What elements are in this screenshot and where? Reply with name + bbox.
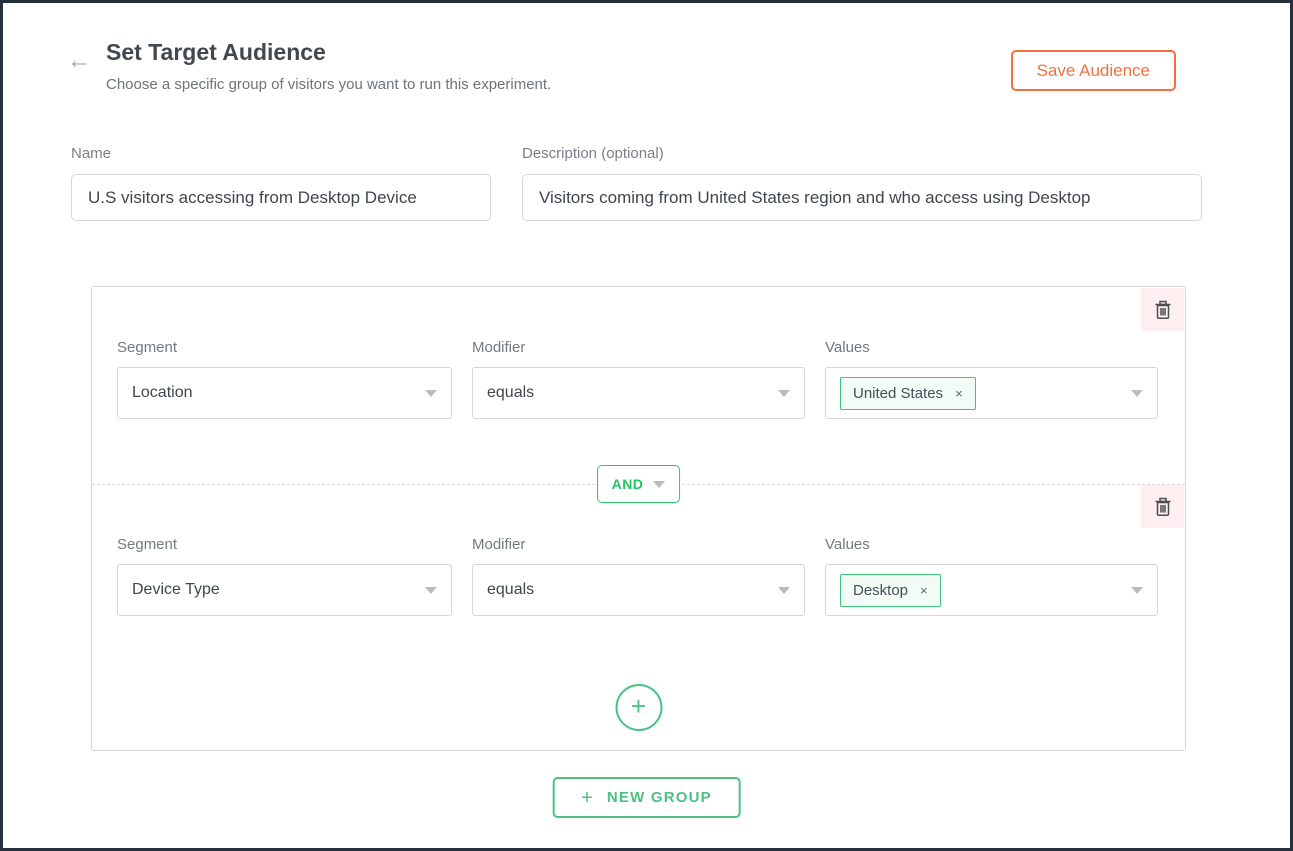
values-dropdown-2[interactable]: Desktop ×	[825, 564, 1158, 616]
modifier-value-1: equals	[487, 384, 535, 401]
audience-condition-group: Segment Location Modifier equals Values …	[91, 286, 1186, 751]
values-label-1: Values	[825, 339, 870, 356]
value-tag-text: United States	[853, 384, 944, 402]
value-tag-desktop: Desktop ×	[840, 573, 941, 607]
chevron-down-icon	[425, 587, 437, 594]
name-input[interactable]	[71, 174, 491, 221]
add-condition-button[interactable]: +	[615, 684, 662, 731]
save-audience-button[interactable]: Save Audience	[1010, 50, 1176, 91]
modifier-label-2: Modifier	[472, 536, 526, 553]
set-target-audience-page: ← Set Target Audience Choose a specific …	[0, 0, 1293, 851]
chevron-down-icon	[778, 587, 790, 594]
segment-value-2: Device Type	[132, 581, 220, 598]
chevron-down-icon	[778, 390, 790, 397]
new-group-label: NEW GROUP	[606, 789, 712, 806]
values-label-2: Values	[825, 536, 870, 553]
delete-condition-1-button[interactable]	[1141, 288, 1184, 331]
remove-tag-icon[interactable]: ×	[920, 584, 928, 597]
plus-icon: +	[581, 786, 593, 809]
modifier-dropdown-2[interactable]: equals	[472, 564, 805, 616]
value-tag-united-states: United States ×	[840, 376, 976, 410]
chevron-down-icon	[1131, 587, 1143, 594]
chevron-down-icon	[653, 480, 666, 488]
chevron-down-icon	[1131, 390, 1143, 397]
segment-value-1: Location	[132, 384, 193, 401]
trash-icon	[1154, 300, 1172, 320]
back-arrow-icon[interactable]: ←	[67, 49, 91, 73]
values-dropdown-1[interactable]: United States ×	[825, 367, 1158, 419]
segment-dropdown-2[interactable]: Device Type	[117, 564, 452, 616]
segment-dropdown-1[interactable]: Location	[117, 367, 452, 419]
chevron-down-icon	[425, 390, 437, 397]
page-subtitle: Choose a specific group of visitors you …	[106, 76, 552, 93]
description-input[interactable]	[522, 174, 1202, 221]
name-label: Name	[71, 145, 112, 162]
delete-condition-2-button[interactable]	[1141, 485, 1184, 528]
remove-tag-icon[interactable]: ×	[955, 387, 963, 400]
modifier-dropdown-1[interactable]: equals	[472, 367, 805, 419]
segment-label-2: Segment	[117, 536, 178, 553]
page-title: Set Target Audience	[106, 39, 326, 65]
operator-and-label: AND	[611, 476, 644, 492]
description-label: Description (optional)	[522, 145, 664, 162]
trash-icon	[1154, 497, 1172, 517]
segment-label-1: Segment	[117, 339, 178, 356]
value-tag-text: Desktop	[853, 581, 909, 599]
plus-icon: +	[630, 691, 647, 721]
modifier-label-1: Modifier	[472, 339, 526, 356]
operator-and-dropdown[interactable]: AND	[596, 465, 681, 503]
modifier-value-2: equals	[487, 581, 535, 598]
new-group-button[interactable]: + NEW GROUP	[552, 777, 741, 818]
